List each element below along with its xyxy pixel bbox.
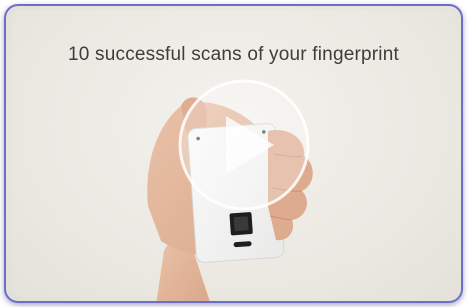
- video-scene: [147, 79, 313, 301]
- video-player[interactable]: 10 successful scans of your fingerprint: [4, 4, 463, 303]
- play-button[interactable]: [178, 79, 310, 211]
- fingerprint-sensor-icon: [229, 212, 253, 236]
